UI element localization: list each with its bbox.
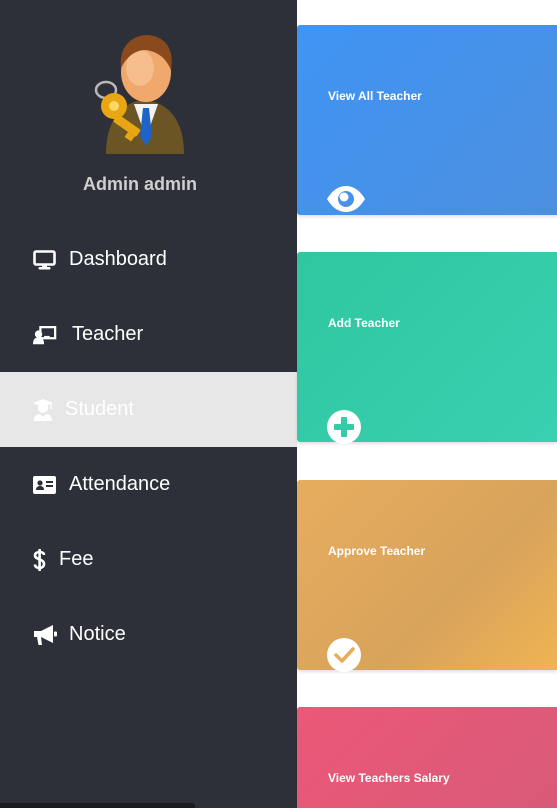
approve-teacher-card[interactable]: Approve Teacher [297, 480, 557, 672]
sidebar-item-teacher[interactable]: Teacher [0, 297, 297, 372]
dollar-icon [33, 548, 47, 572]
graduate-icon [33, 398, 57, 422]
chalkboard-teacher-icon [33, 323, 57, 347]
check-circle-icon [327, 638, 361, 672]
sidebar-item-label: Dashboard [69, 248, 167, 270]
sidebar-item-student[interactable]: Student [0, 372, 297, 447]
app: Admin admin Dashboard Teacher Student At… [0, 0, 557, 808]
card-title: View All Teacher [328, 89, 422, 103]
horizontal-scrollbar[interactable] [0, 803, 195, 808]
card-title: Add Teacher [328, 316, 400, 330]
admin-name: Admin admin [82, 174, 197, 194]
sidebar: Admin admin Dashboard Teacher Student At… [0, 0, 297, 808]
sidebar-item-fee[interactable]: Fee [0, 522, 297, 597]
admin-avatar [88, 28, 192, 156]
sidebar-item-label: Notice [69, 623, 126, 645]
card-title: View Teachers Salary [328, 771, 450, 785]
id-card-icon [33, 473, 57, 497]
sidebar-item-label: Student [65, 398, 134, 420]
sidebar-item-notice[interactable]: Notice [0, 597, 297, 672]
monitor-icon [33, 248, 57, 272]
eye-icon [327, 186, 365, 212]
view-teachers-salary-card[interactable]: View Teachers Salary [297, 707, 557, 808]
sidebar-item-label: Teacher [72, 323, 144, 345]
sidebar-item-attendance[interactable]: Attendance [0, 447, 297, 522]
add-teacher-card[interactable]: Add Teacher [297, 252, 557, 444]
card-title: Approve Teacher [328, 544, 426, 558]
sidebar-item-label: Attendance [69, 473, 171, 495]
sidebar-item-label: Fee [59, 548, 94, 570]
plus-circle-icon [327, 410, 361, 444]
megaphone-icon [33, 623, 57, 647]
sidebar-item-dashboard[interactable]: Dashboard [0, 222, 297, 297]
view-all-teacher-card[interactable]: View All Teacher [297, 25, 557, 215]
